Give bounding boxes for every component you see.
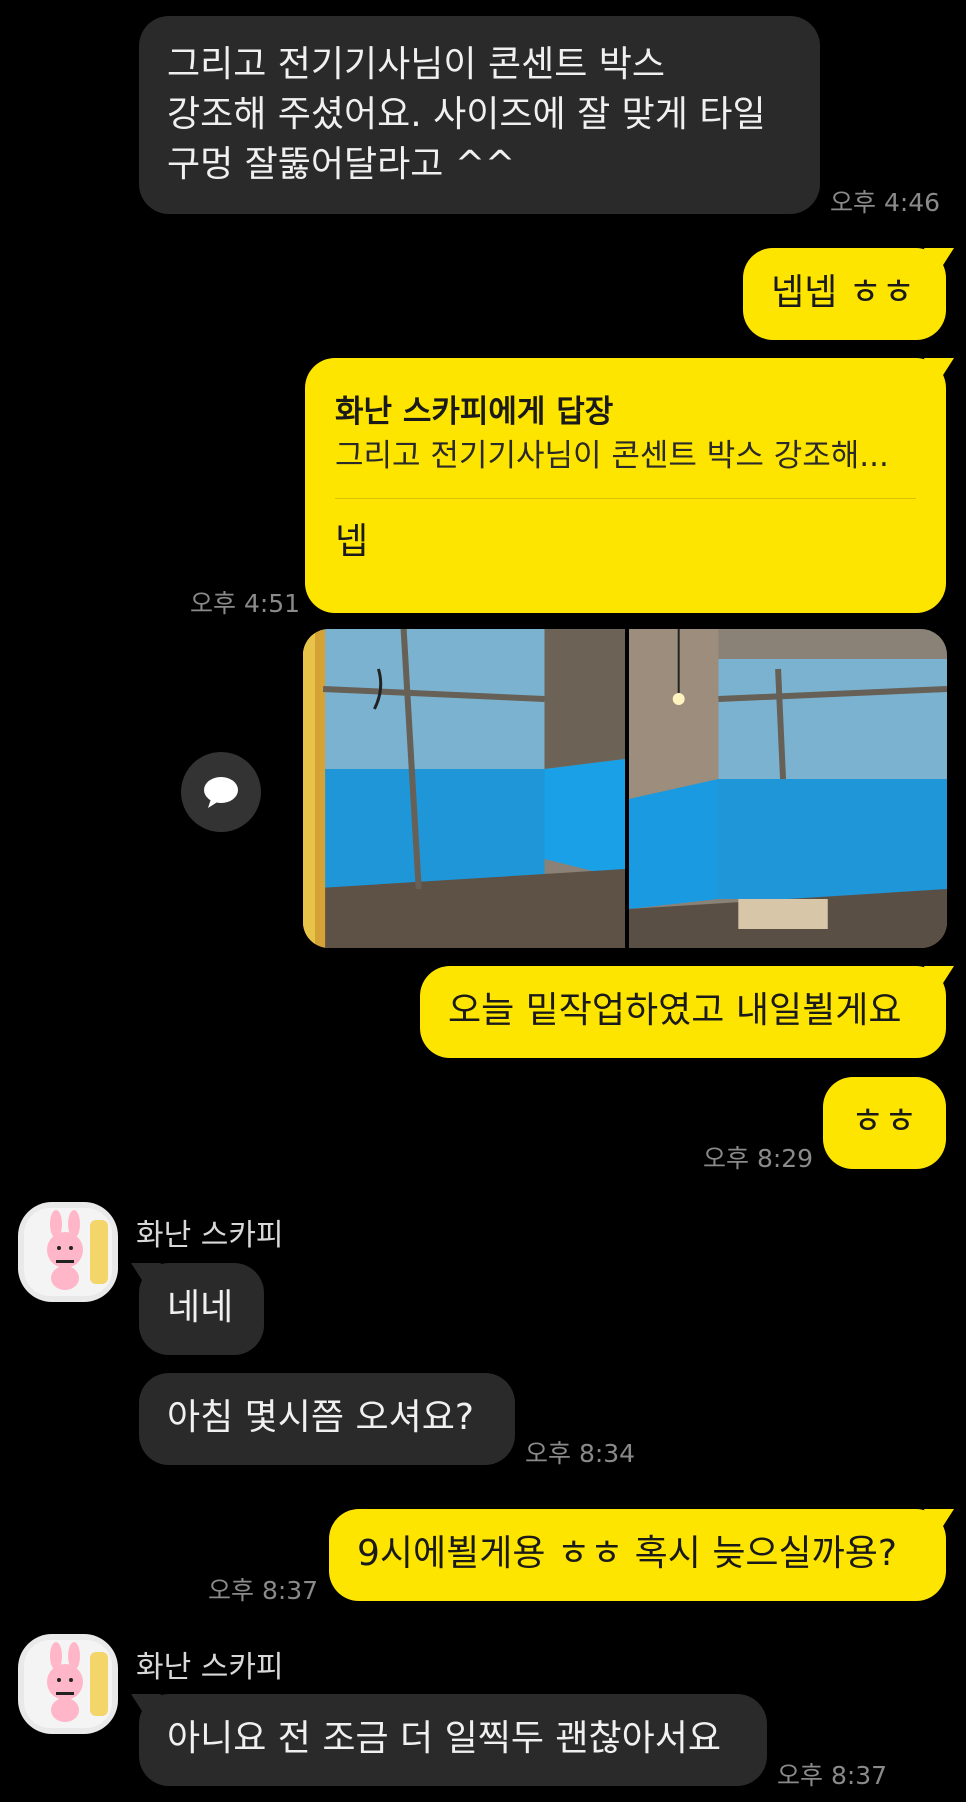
- bunny-sticker-icon: [24, 1640, 112, 1728]
- message-text: 네네: [167, 1287, 234, 1328]
- message-text: 넵: [335, 521, 369, 562]
- bathroom-photo-left: [303, 629, 625, 948]
- message-text: 아침 몇시쯤 오셔요?: [167, 1397, 474, 1438]
- message-text-line: 구멍 잘뚫어달라고 ^^: [167, 144, 516, 185]
- photo-attachment[interactable]: [303, 629, 947, 948]
- photo-left[interactable]: [303, 629, 625, 948]
- reply-divider: [335, 498, 916, 499]
- sender-name: 화난 스카피: [136, 1650, 284, 1685]
- reply-quoted-text[interactable]: 그리고 전기기사님이 콘센트 박스 강조해...: [335, 434, 916, 478]
- message-text-line: 강조해 주셨어요. 사이즈에 잘 맞게 타일: [167, 94, 766, 135]
- outgoing-message-bubble[interactable]: ㅎㅎ: [823, 1077, 946, 1169]
- outgoing-message-bubble[interactable]: 9시에뵐게용 ㅎㅎ 혹시 늦으실까용?: [329, 1509, 946, 1601]
- sender-name: 화난 스카피: [136, 1218, 284, 1253]
- message-time: 오후 4:51: [190, 589, 301, 618]
- message-time: 오후 8:29: [703, 1144, 814, 1173]
- message-time: 오후 8:37: [777, 1761, 888, 1790]
- message-time: 오후 4:46: [830, 188, 941, 217]
- incoming-message-bubble[interactable]: 아니요 전 조금 더 일찍두 괜찮아서요: [139, 1694, 767, 1786]
- message-time: 오후 8:34: [525, 1439, 636, 1468]
- message-text: 9시에뵐게용 ㅎㅎ 혹시 늦으실까용?: [357, 1533, 898, 1574]
- avatar[interactable]: [18, 1202, 118, 1302]
- message-text: 넵넵 ㅎㅎ: [771, 272, 915, 313]
- avatar[interactable]: [18, 1634, 118, 1734]
- incoming-message-bubble[interactable]: 아침 몇시쯤 오셔요?: [139, 1373, 515, 1465]
- message-text: 아니요 전 조금 더 일찍두 괜찮아서요: [167, 1718, 722, 1759]
- speech-bubble-icon: [204, 777, 238, 808]
- incoming-message-bubble[interactable]: 네네: [139, 1263, 264, 1355]
- share-button[interactable]: [181, 752, 261, 832]
- incoming-message-bubble[interactable]: 그리고 전기기사님이 콘센트 박스 강조해 주셨어요. 사이즈에 잘 맞게 타일…: [139, 16, 820, 214]
- message-time: 오후 8:37: [208, 1576, 319, 1605]
- reply-target-label: 화난 스카피에게 답장: [335, 394, 614, 430]
- outgoing-message-bubble[interactable]: 오늘 밑작업하였고 내일뵐게요: [420, 966, 946, 1058]
- message-text: ㅎㅎ: [851, 1101, 918, 1142]
- reply-message-bubble[interactable]: 화난 스카피에게 답장 그리고 전기기사님이 콘센트 박스 강조해... 넵: [305, 358, 946, 613]
- bathroom-photo-right: [629, 629, 947, 948]
- message-text: 오늘 밑작업하였고 내일뵐게요: [448, 990, 902, 1031]
- bunny-sticker-icon: [24, 1208, 112, 1296]
- photo-right[interactable]: [625, 629, 947, 948]
- outgoing-message-bubble[interactable]: 넵넵 ㅎㅎ: [743, 248, 946, 340]
- message-text-line: 그리고 전기기사님이 콘센트 박스: [167, 44, 666, 85]
